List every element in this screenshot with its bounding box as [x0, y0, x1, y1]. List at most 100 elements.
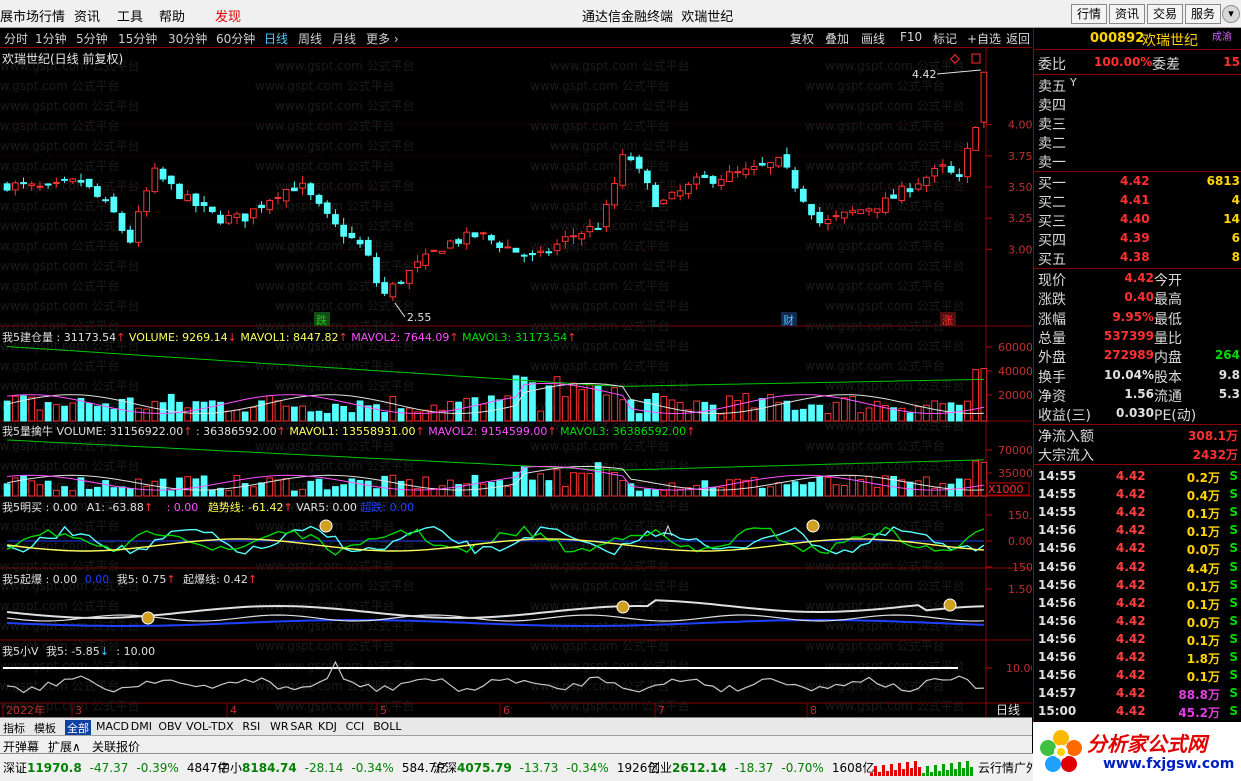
indicator-tab[interactable]: CCI: [346, 720, 365, 733]
tool-f10[interactable]: F10: [900, 30, 922, 44]
window-menu-icon[interactable]: ▾: [1222, 5, 1240, 23]
tick-time: 14:56: [1038, 595, 1077, 610]
tick-row[interactable]: 14:56 4.42 0.0万 S: [1034, 540, 1241, 558]
btn-service[interactable]: 服务: [1185, 4, 1222, 24]
watermark-text: www.gspt.com 公式平台: [550, 698, 690, 713]
tool-mark[interactable]: 标记: [933, 30, 957, 47]
candle-body: [299, 182, 306, 189]
tool-add-favorite[interactable]: +自选: [967, 30, 1001, 47]
volume-bar: [832, 484, 840, 497]
period-15min[interactable]: 15分钟: [118, 30, 157, 47]
buy-level-row[interactable]: 买五 4.38 8: [1034, 249, 1241, 268]
watermark-text: www.gspt.com 公式平台: [255, 558, 395, 573]
buy-level-row[interactable]: 买四 4.39 6: [1034, 230, 1241, 249]
period-daily[interactable]: 日线: [264, 30, 288, 47]
indicator-tab[interactable]: OBV: [158, 720, 181, 733]
indicator-tab[interactable]: 全部: [65, 720, 91, 736]
candle-body: [151, 167, 159, 193]
menu-tools[interactable]: 工具: [117, 6, 143, 25]
tick-row[interactable]: 14:55 4.42 0.4万 S: [1034, 486, 1241, 504]
volume-bar: [176, 477, 183, 497]
stock-code[interactable]: 000892: [1090, 31, 1144, 46]
volume-bar: [923, 476, 930, 497]
period-30min[interactable]: 30分钟: [168, 30, 207, 47]
btn-quote[interactable]: 行情: [1071, 4, 1108, 24]
volume-bar: [791, 481, 799, 497]
date-label: 3: [75, 704, 82, 717]
stat-label: 涨幅: [1038, 311, 1066, 328]
index-quote[interactable]: 深证11970.8 -47.37 -0.39% 4847亿: [3, 759, 229, 776]
candle-body: [890, 194, 897, 199]
volume-bar: [167, 393, 175, 422]
candle-body: [775, 156, 783, 167]
vol1-legend: 我5建仓量 : 31173.54↑ VOLUME: 9269.14↓ MAVOL…: [2, 331, 577, 344]
tick-row[interactable]: 15:00 4.42 45.2万 S: [1034, 703, 1241, 721]
tick-row[interactable]: 14:55 4.42 0.2万 S: [1034, 468, 1241, 486]
period-intraday[interactable]: 分时: [4, 30, 28, 47]
tick-time: 14:56: [1038, 650, 1077, 664]
menu-discover[interactable]: 发现: [215, 6, 241, 25]
flow-label: 大宗流入: [1038, 448, 1094, 464]
tool-back[interactable]: 返回: [1006, 30, 1030, 47]
kline-chart-area[interactable]: www.gspt.com 公式平台 www.gspt.com 公式平台 www.gs…: [0, 48, 1032, 717]
tool-overlay[interactable]: 叠加: [825, 30, 849, 47]
tool-adjust[interactable]: 复权: [790, 30, 814, 47]
indicator-tab[interactable]: VOL-TDX: [186, 720, 234, 733]
indicator-tab[interactable]: 模板: [34, 720, 56, 736]
candle-body: [36, 185, 44, 188]
btn-trade[interactable]: 交易: [1147, 4, 1184, 24]
candle-body: [332, 214, 339, 225]
tick-row[interactable]: 14:56 4.42 0.0万 S: [1034, 613, 1241, 631]
watermark-text: www.gspt.com 公式平台: [530, 358, 670, 373]
index-quote[interactable]: 中小8184.74 -28.14 -0.34% 584.7亿: [218, 759, 448, 776]
index-percent: -0.39%: [136, 761, 179, 775]
watermark-text: www.gspt.com 公式平台: [550, 298, 690, 313]
menu-help[interactable]: 帮助: [159, 6, 185, 25]
tick-row[interactable]: 14:56 4.42 0.1万 S: [1034, 522, 1241, 540]
tick-row[interactable]: 14:56 4.42 0.1万 S: [1034, 595, 1241, 613]
tick-row[interactable]: 14:56 4.42 4.4万 S: [1034, 559, 1241, 577]
app-title: 通达信金融终端 欢瑞世纪: [582, 10, 734, 25]
index-quote[interactable]: 沪深4075.79 -13.73 -0.34% 1926亿: [433, 759, 659, 776]
menu-market[interactable]: 展市场行情: [0, 6, 65, 25]
indicator-tab[interactable]: MACD: [96, 720, 129, 733]
period-1min[interactable]: 1分钟: [35, 30, 67, 47]
site-watermark: 分析家公式网 www.fxjgsw.com: [1033, 722, 1241, 781]
tick-row[interactable]: 14:57 4.42 88.8万 S: [1034, 685, 1241, 703]
btn-info[interactable]: 资讯: [1109, 4, 1146, 24]
volume-bar: [717, 486, 725, 497]
tick-row[interactable]: 14:56 4.42 0.1万 S: [1034, 577, 1241, 595]
tick-row[interactable]: 14:55 4.42 0.1万 S: [1034, 504, 1241, 522]
indicator-tab[interactable]: KDJ: [318, 720, 337, 733]
indicator-tab[interactable]: DMI: [131, 720, 152, 733]
tick-row[interactable]: 14:56 4.42 0.1万 S: [1034, 667, 1241, 685]
indicator-tab[interactable]: SAR: [290, 720, 312, 733]
buy-level-row[interactable]: 买三 4.40 14: [1034, 211, 1241, 230]
tick-price: 4.42: [1116, 704, 1146, 719]
index-quote[interactable]: 创业2612.14 -18.37 -0.70% 1608亿: [648, 759, 874, 776]
volume-bar: [652, 393, 659, 422]
period-monthly[interactable]: 月线: [332, 30, 356, 47]
cloud-quote-label[interactable]: 云行情广外: [978, 759, 1038, 776]
volume-bar: [249, 406, 257, 422]
period-more[interactable]: 更多 ›: [366, 30, 399, 47]
period-60min[interactable]: 60分钟: [216, 30, 255, 47]
index-percent: -0.34%: [566, 761, 609, 775]
indicator-tab[interactable]: 指标: [3, 720, 25, 736]
menu-news[interactable]: 资讯: [74, 6, 100, 25]
period-weekly[interactable]: 周线: [298, 30, 322, 47]
tool-draw[interactable]: 画线: [861, 30, 885, 47]
indicator-tab[interactable]: BOLL: [373, 720, 401, 733]
candle-body: [135, 211, 142, 243]
indicator-tab[interactable]: RSI: [242, 720, 260, 733]
candle-body: [118, 212, 126, 231]
buy-level-row[interactable]: 买二 4.41 4: [1034, 192, 1241, 211]
indicator-tab[interactable]: WR: [270, 720, 289, 733]
period-5min[interactable]: 5分钟: [76, 30, 108, 47]
buy-level-row[interactable]: 买一 4.42 6813: [1034, 173, 1241, 192]
candle-body: [898, 185, 906, 201]
tick-row[interactable]: 14:56 4.42 0.1万 S: [1034, 631, 1241, 649]
stat-label: 涨跌: [1038, 292, 1066, 309]
tick-row[interactable]: 14:56 4.42 1.8万 S: [1034, 649, 1241, 667]
tick-volume: 0.1万: [1186, 633, 1220, 648]
